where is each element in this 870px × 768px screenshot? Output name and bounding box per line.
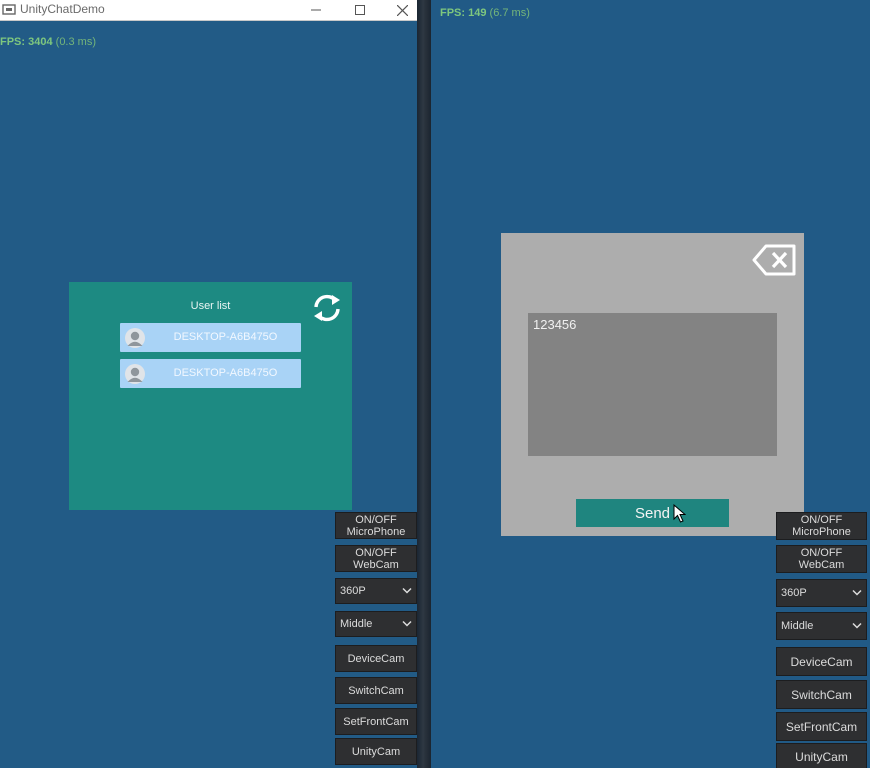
toggle-microphone-button[interactable]: ON/OFF MicroPhone <box>335 512 417 539</box>
maximize-icon <box>355 5 365 15</box>
set-front-cam-button[interactable]: SetFrontCam <box>335 708 417 735</box>
toggle-webcam-button[interactable]: ON/OFF WebCam <box>335 545 417 572</box>
device-cam-button[interactable]: DeviceCam <box>776 647 867 676</box>
unity-cam-button[interactable]: UnityCam <box>776 743 867 768</box>
user-list-item[interactable]: DESKTOP-A6B475O <box>120 323 301 352</box>
resolution-dropdown[interactable]: 360P <box>335 578 417 604</box>
toggle-webcam-button[interactable]: ON/OFF WebCam <box>776 545 867 573</box>
user-avatar-icon <box>125 364 145 384</box>
refresh-icon[interactable] <box>310 291 344 325</box>
fps-value: FPS: 3404 <box>0 36 53 48</box>
quality-value: Middle <box>781 620 814 632</box>
quality-dropdown[interactable]: Middle <box>335 611 417 637</box>
quality-value: Middle <box>340 618 373 630</box>
mouse-cursor-icon <box>673 504 686 523</box>
chevron-down-icon <box>852 589 862 596</box>
window-title: UnityChatDemo <box>20 2 105 16</box>
window-divider <box>417 0 431 768</box>
user-avatar-icon <box>125 328 145 348</box>
fps-counter: FPS: 3404 (0.3 ms) <box>0 36 96 48</box>
fps-value: FPS: 149 <box>440 7 487 19</box>
window-titlebar[interactable]: UnityChatDemo <box>0 0 417 21</box>
chevron-down-icon <box>402 620 412 627</box>
minimize-button[interactable] <box>299 0 333 20</box>
send-button[interactable]: Send <box>576 499 729 527</box>
chevron-down-icon <box>852 622 862 629</box>
maximize-button[interactable] <box>343 0 377 20</box>
close-icon <box>397 4 408 16</box>
user-list-panel: User list DESKTOP-A6B475O DESKTOP-A6B475… <box>69 282 352 510</box>
resolution-dropdown[interactable]: 360P <box>776 579 867 607</box>
resolution-value: 360P <box>781 587 807 599</box>
app-icon <box>2 4 16 15</box>
user-name: DESKTOP-A6B475O <box>173 367 278 379</box>
switch-cam-button[interactable]: SwitchCam <box>776 680 867 709</box>
message-input[interactable]: 123456 <box>528 313 777 456</box>
quality-dropdown[interactable]: Middle <box>776 612 867 640</box>
left-game-window: UnityChatDemo FPS: 3404 (0.3 ms) User li… <box>0 0 417 768</box>
resolution-value: 360P <box>340 585 366 597</box>
toggle-microphone-button[interactable]: ON/OFF MicroPhone <box>776 512 867 540</box>
close-window-button[interactable] <box>388 0 417 20</box>
right-game-window: FPS: 149 (6.7 ms) 123456 Send ON/OFF Mic… <box>431 0 870 768</box>
fps-counter: FPS: 149 (6.7 ms) <box>440 7 530 19</box>
switch-cam-button[interactable]: SwitchCam <box>335 677 417 704</box>
fps-ms: (0.3 ms) <box>55 36 96 48</box>
chevron-down-icon <box>402 587 412 594</box>
backspace-close-icon[interactable] <box>751 243 797 277</box>
chat-dialog: 123456 Send <box>501 233 804 536</box>
user-list-item[interactable]: DESKTOP-A6B475O <box>120 359 301 388</box>
unity-cam-button[interactable]: UnityCam <box>335 738 417 765</box>
fps-ms: (6.7 ms) <box>489 7 530 19</box>
device-cam-button[interactable]: DeviceCam <box>335 645 417 672</box>
minimize-icon <box>311 9 321 11</box>
user-name: DESKTOP-A6B475O <box>173 331 278 343</box>
set-front-cam-button[interactable]: SetFrontCam <box>776 712 867 741</box>
